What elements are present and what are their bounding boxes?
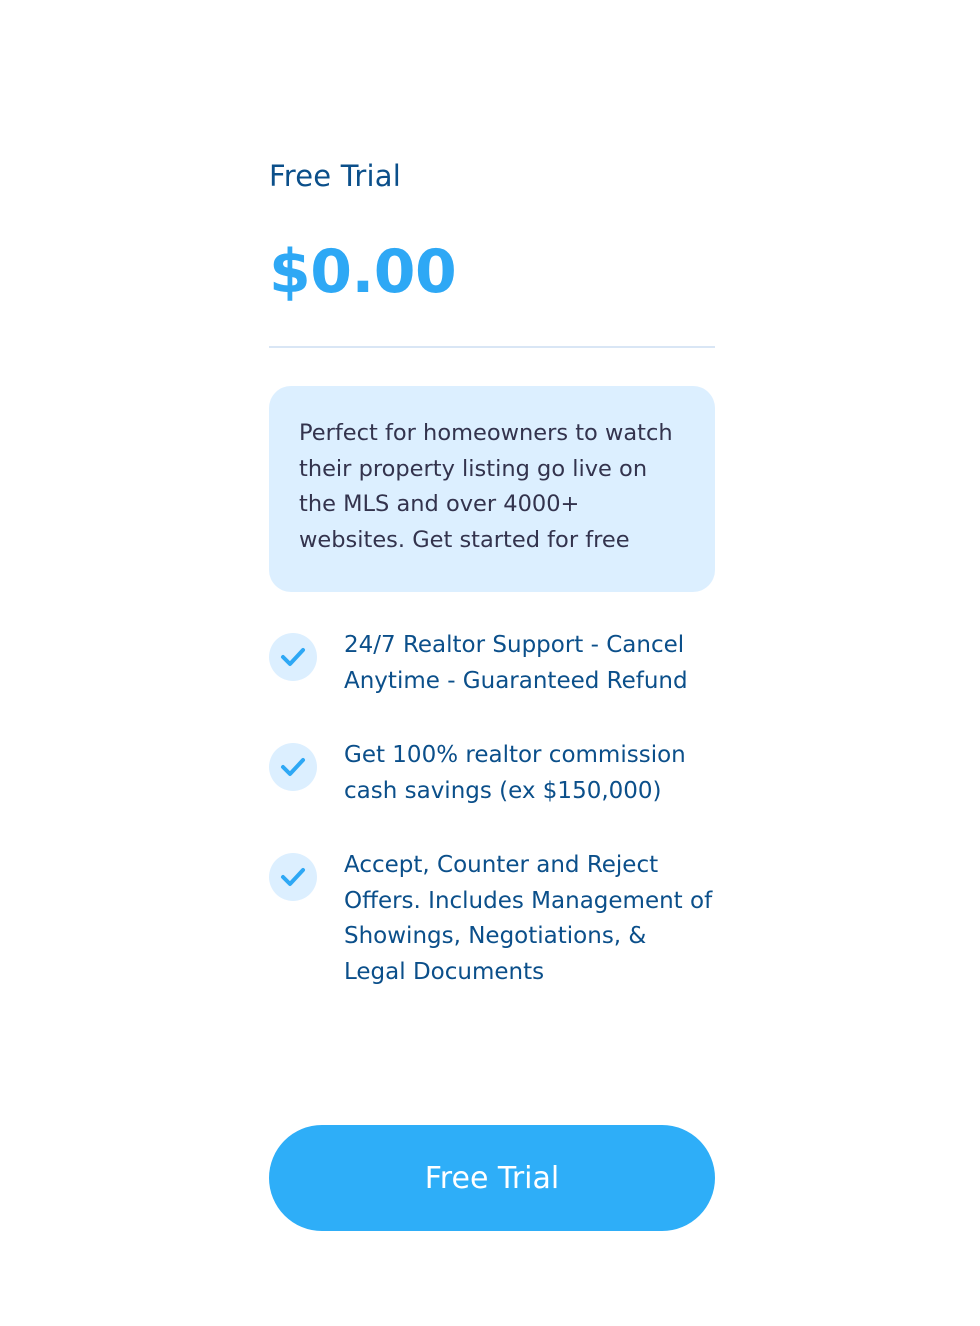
free-trial-button[interactable]: Free Trial [269, 1125, 715, 1231]
checkmark-icon [269, 743, 317, 791]
checkmark-icon [269, 633, 317, 681]
divider [269, 346, 715, 348]
plan-description-box: Perfect for homeowners to watch their pr… [269, 386, 715, 592]
feature-list: 24/7 Realtor Support - Cancel Anytime - … [269, 628, 715, 990]
feature-item: Accept, Counter and Reject Offers. Inclu… [269, 848, 715, 990]
plan-title: Free Trial [269, 159, 402, 193]
feature-text: Get 100% realtor commission cash savings… [344, 742, 686, 804]
plan-price: $0.00 [269, 237, 457, 307]
plan-description: Perfect for homeowners to watch their pr… [299, 420, 673, 553]
feature-text: Accept, Counter and Reject Offers. Inclu… [344, 852, 713, 985]
checkmark-icon [269, 853, 317, 901]
feature-item: 24/7 Realtor Support - Cancel Anytime - … [269, 628, 715, 699]
feature-item: Get 100% realtor commission cash savings… [269, 738, 715, 809]
feature-text: 24/7 Realtor Support - Cancel Anytime - … [344, 632, 688, 694]
pricing-card: Free Trial $0.00 Perfect for homeowners … [269, 150, 715, 1029]
